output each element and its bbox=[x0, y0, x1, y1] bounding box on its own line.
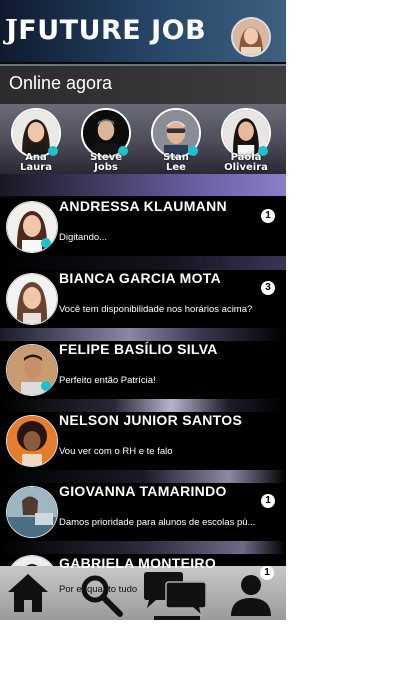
contact-name: BIANCA GARCIA MOTA bbox=[59, 270, 221, 286]
online-status-dot bbox=[41, 381, 51, 391]
nav-home-button[interactable] bbox=[6, 570, 50, 620]
unread-badge: 1 bbox=[261, 209, 275, 223]
last-message: Digitando... bbox=[59, 232, 108, 243]
chat-item-andressa[interactable]: ANDRESSA KLAUMANN Digitando... 1 bbox=[0, 198, 286, 256]
online-section-title: Online agora bbox=[0, 64, 286, 104]
app-header: JFUTURE JOB bbox=[0, 0, 286, 62]
divider bbox=[0, 256, 286, 270]
chat-item-bianca[interactable]: BIANCA GARCIA MOTA Você tem disponibilid… bbox=[0, 270, 286, 328]
last-message: Por enquanto tudo bbox=[59, 584, 138, 595]
search-icon bbox=[81, 575, 123, 617]
nav-search-button[interactable] bbox=[78, 572, 124, 620]
chat-item-felipe[interactable]: FELIPE BASÍLIO SILVA Perfeito então Patr… bbox=[0, 341, 286, 399]
contact-name: NELSON JUNIOR SANTOS bbox=[59, 412, 243, 428]
divider bbox=[0, 541, 286, 555]
bottom-nav: 1 bbox=[0, 566, 286, 620]
unread-badge: 3 bbox=[261, 281, 275, 295]
nav-chat-button[interactable] bbox=[142, 571, 210, 620]
avatar bbox=[6, 415, 58, 467]
divider-glow bbox=[0, 174, 286, 196]
online-title-text: Online agora bbox=[9, 73, 113, 93]
contact-name: ANDRESSA KLAUMANN bbox=[59, 198, 227, 214]
unread-badge: 1 bbox=[261, 494, 275, 508]
home-icon bbox=[8, 574, 48, 612]
divider bbox=[0, 470, 286, 484]
chat-item-nelson[interactable]: NELSON JUNIOR SANTOS Vou ver com o RH e … bbox=[0, 412, 286, 470]
last-message: Vou ver com o RH e te falo bbox=[59, 446, 173, 457]
online-status-dot bbox=[41, 238, 51, 248]
last-message: Você tem disponibilidade nos horários ac… bbox=[59, 304, 253, 315]
app-logo[interactable]: JFUTURE JOB bbox=[5, 14, 206, 48]
avatar bbox=[6, 273, 58, 325]
online-users-row: Ana Laura Steve Jobs Stan Lee Paola Oliv… bbox=[0, 104, 286, 174]
divider bbox=[0, 328, 286, 342]
avatar bbox=[6, 486, 58, 538]
profile-notification-badge: 1 bbox=[260, 566, 274, 580]
online-user-name: Stan Lee bbox=[163, 152, 189, 173]
online-user-name: Steve Jobs bbox=[89, 152, 123, 173]
logo-text: FUTURE JOB bbox=[18, 15, 207, 46]
contact-name: GIOVANNA TAMARINDO bbox=[59, 483, 227, 499]
last-message: Perfeito então Patrícia! bbox=[59, 375, 156, 386]
divider bbox=[0, 399, 286, 413]
contact-name: GABRIELA MONTEIRO bbox=[59, 555, 217, 571]
logo-mark: J bbox=[5, 15, 19, 46]
contact-name: FELIPE BASÍLIO SILVA bbox=[59, 341, 218, 357]
last-message: Damos prioridade para alunos de escolas … bbox=[59, 517, 256, 528]
online-user-name: Paola Oliveira bbox=[224, 152, 268, 173]
chat-icon bbox=[144, 572, 207, 620]
online-user-name: Ana Laura bbox=[20, 152, 52, 173]
chat-item-giovanna[interactable]: GIOVANNA TAMARINDO Damos prioridade para… bbox=[0, 483, 286, 541]
user-avatar[interactable] bbox=[231, 17, 271, 57]
app-screen: JFUTURE JOB Online agora Ana Laura Steve… bbox=[0, 0, 286, 620]
